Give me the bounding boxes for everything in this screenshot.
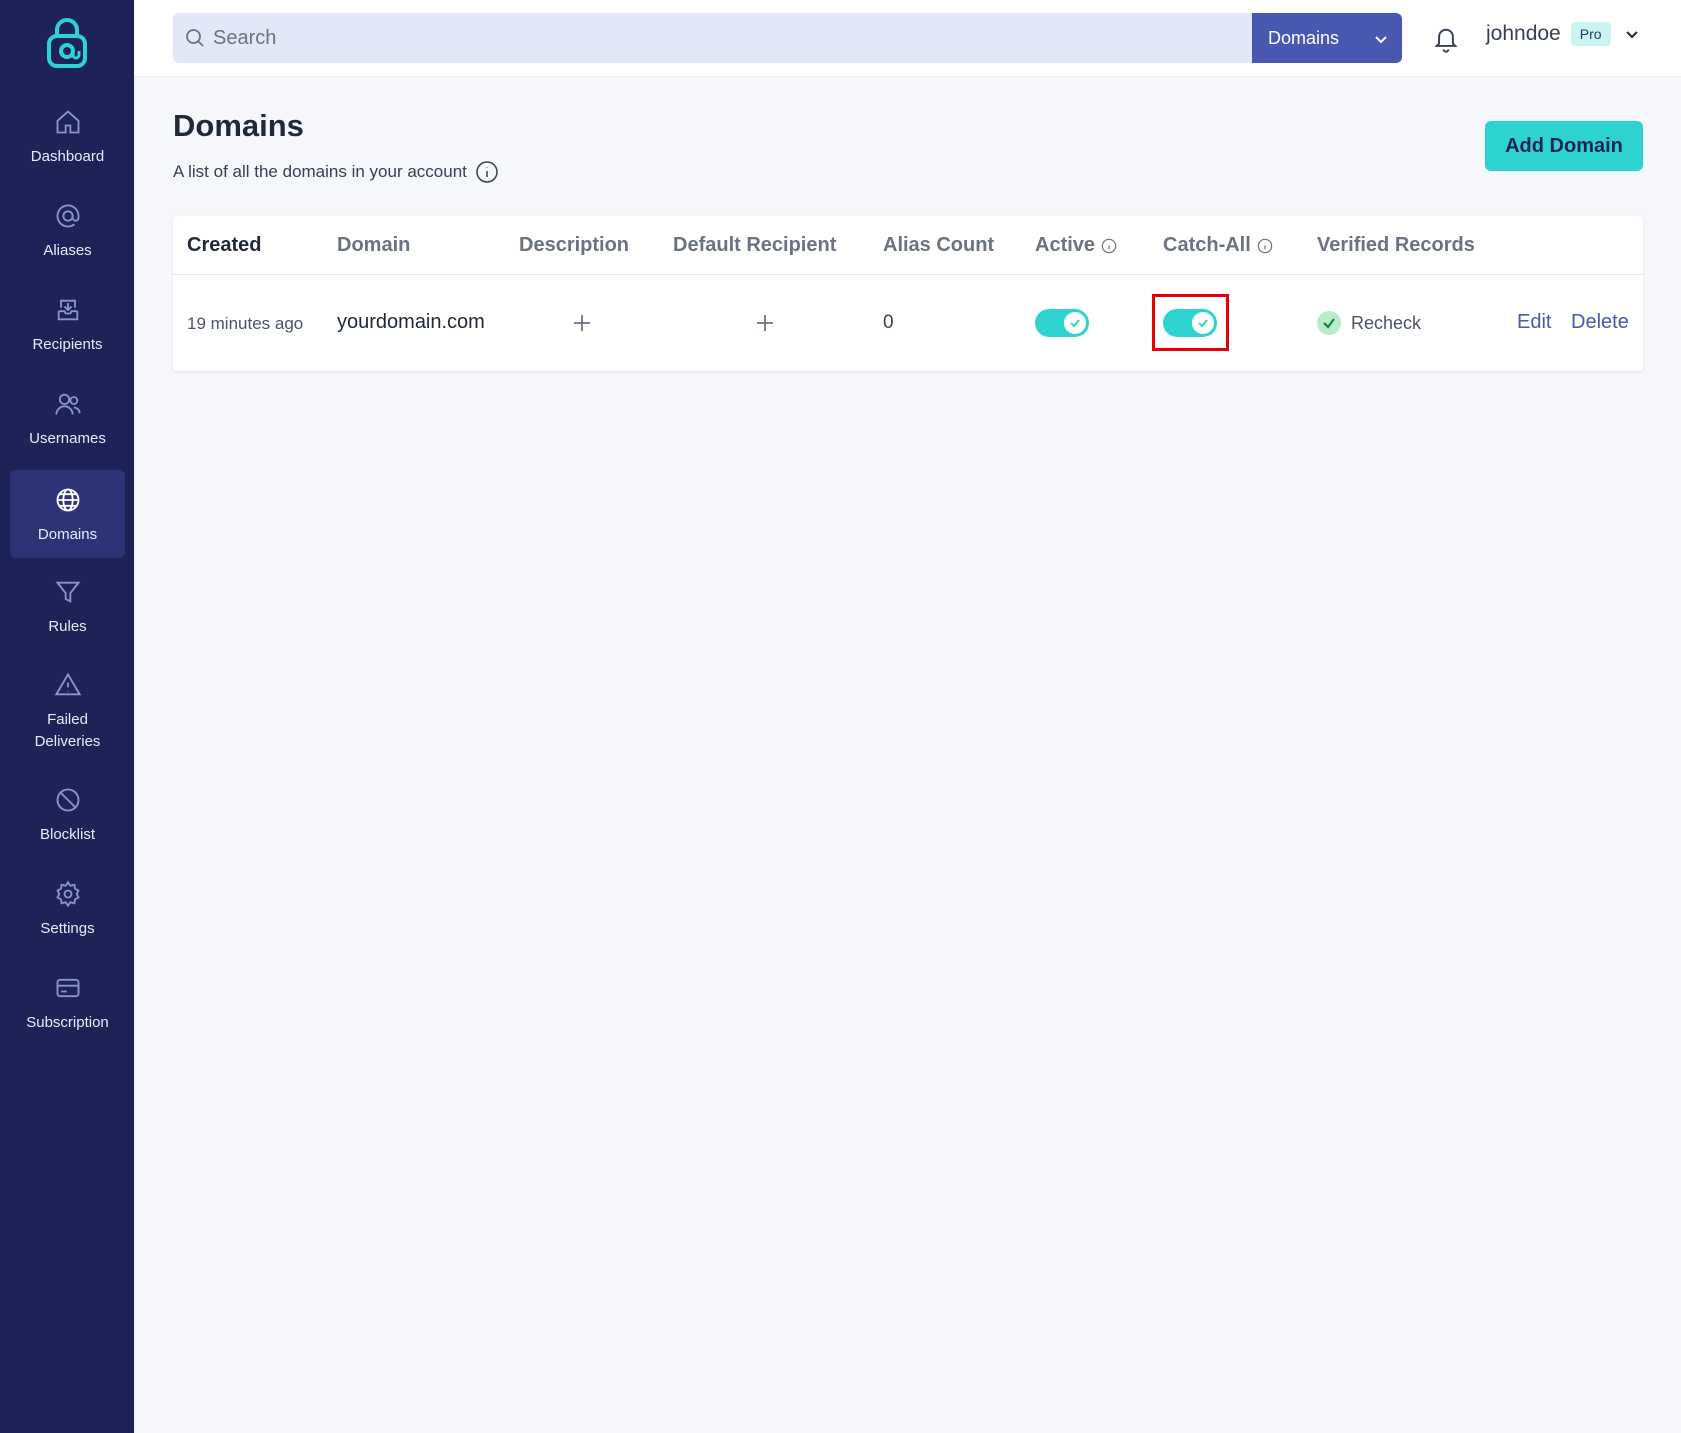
column-header-label: Verified Records xyxy=(1317,234,1475,256)
column-header-catch-all[interactable]: Catch-All xyxy=(1163,234,1273,257)
add-description-icon[interactable] xyxy=(572,313,592,333)
column-header-label: Default Recipient xyxy=(673,234,837,256)
sidebar-item-aliases[interactable]: Aliases xyxy=(10,202,125,270)
sidebar-item-label: Aliases xyxy=(43,242,92,259)
add-domain-button[interactable]: Add Domain xyxy=(1485,121,1643,171)
sidebar-item-failed-deliveries[interactable]: Failed Deliveries xyxy=(10,671,125,761)
inbox-icon xyxy=(57,299,78,321)
edit-link[interactable]: Edit xyxy=(1517,311,1551,334)
home-icon xyxy=(56,110,79,134)
toggle-knob xyxy=(1192,312,1214,334)
alias-count-cell: 0 xyxy=(883,312,894,333)
column-header-domain[interactable]: Domain xyxy=(337,234,410,257)
recheck-link[interactable]: Recheck xyxy=(1351,313,1421,334)
sidebar-item-blocklist[interactable]: Blocklist xyxy=(10,786,125,854)
column-header-alias-count[interactable]: Alias Count xyxy=(883,234,994,257)
search-scope-select[interactable]: Domains xyxy=(1252,13,1402,63)
column-header-label: Alias Count xyxy=(883,234,995,256)
domains-table: Created Domain Description Default Recip… xyxy=(173,216,1643,371)
ban-icon xyxy=(56,788,79,812)
column-header-label: Active xyxy=(1035,234,1096,256)
top-header: Domains johndoe Pro xyxy=(134,0,1681,77)
sidebar-item-label: Dashboard xyxy=(30,148,105,165)
sidebar-item-domains[interactable]: Domains xyxy=(10,470,125,558)
column-header-created[interactable]: Created xyxy=(187,234,261,257)
column-header-active[interactable]: Active xyxy=(1035,234,1117,257)
bell-icon[interactable] xyxy=(1432,24,1460,54)
info-icon[interactable] xyxy=(1257,238,1273,254)
username: johndoe xyxy=(1486,22,1561,45)
sidebar-item-usernames[interactable]: Usernames xyxy=(10,390,125,458)
chevron-down-icon xyxy=(1375,36,1387,44)
domain-cell: yourdomain.com xyxy=(337,311,485,333)
header-divider xyxy=(173,274,1643,275)
column-header-label: Description xyxy=(519,234,630,256)
verified-records-cell[interactable]: Recheck xyxy=(1317,311,1421,335)
active-toggle[interactable] xyxy=(1035,309,1089,337)
chevron-down-icon xyxy=(1625,31,1638,39)
app-logo-icon[interactable] xyxy=(44,18,90,70)
users-icon xyxy=(54,393,81,415)
column-header-label: Created xyxy=(187,234,262,256)
delete-link[interactable]: Delete xyxy=(1571,311,1629,334)
sidebar-item-label: Domains xyxy=(37,526,98,543)
sidebar-item-label: Settings xyxy=(40,920,95,937)
check-icon xyxy=(1070,319,1080,328)
page-subtitle-text: A list of all the domains in your accoun… xyxy=(173,162,467,181)
info-icon[interactable] xyxy=(475,160,499,184)
warning-icon xyxy=(54,672,81,696)
check-icon xyxy=(1198,319,1208,328)
search-scope-label: Domains xyxy=(1268,27,1340,48)
plan-badge: Pro xyxy=(1570,22,1611,46)
search-bar xyxy=(173,13,1253,63)
column-header-description[interactable]: Description xyxy=(519,234,629,257)
column-header-verified-records: Verified Records xyxy=(1317,234,1475,257)
globe-icon xyxy=(56,488,79,512)
verified-check-icon xyxy=(1317,311,1341,335)
created-cell: 19 minutes ago xyxy=(187,314,304,333)
user-menu[interactable]: johndoe Pro xyxy=(1486,22,1639,46)
column-header-default-recipient[interactable]: Default Recipient xyxy=(673,234,836,257)
gear-icon xyxy=(55,880,80,908)
sidebar-item-label: Rules xyxy=(48,618,87,635)
toggle-knob xyxy=(1064,312,1086,334)
page-subtitle: A list of all the domains in your accoun… xyxy=(173,160,499,184)
add-default-recipient-icon[interactable] xyxy=(755,313,775,333)
sidebar-item-dashboard[interactable]: Dashboard xyxy=(10,108,125,176)
column-header-label: Domain xyxy=(337,234,411,256)
sidebar-item-subscription[interactable]: Subscription xyxy=(10,974,125,1042)
sidebar-item-label: Blocklist xyxy=(39,826,95,843)
at-sign-icon xyxy=(56,204,79,228)
funnel-icon xyxy=(55,581,80,603)
search-input[interactable] xyxy=(213,13,1243,63)
search-icon xyxy=(186,29,204,47)
credit-card-icon xyxy=(56,978,79,998)
info-icon[interactable] xyxy=(1101,238,1117,254)
sidebar-item-rules[interactable]: Rules xyxy=(10,578,125,646)
sidebar-item-label: Recipients xyxy=(32,336,103,353)
sidebar-item-settings[interactable]: Settings xyxy=(10,880,125,948)
sidebar-item-label: Usernames xyxy=(29,430,106,447)
sidebar-item-label: Failed Deliveries xyxy=(34,711,101,750)
catch-all-toggle[interactable] xyxy=(1163,309,1217,337)
sidebar: Dashboard Aliases Recipients Usernames D… xyxy=(0,0,134,1433)
page-title: Domains xyxy=(173,108,304,143)
sidebar-item-label: Subscription xyxy=(26,1014,109,1031)
column-header-label: Catch-All xyxy=(1163,234,1251,256)
sidebar-item-recipients[interactable]: Recipients xyxy=(10,296,125,364)
